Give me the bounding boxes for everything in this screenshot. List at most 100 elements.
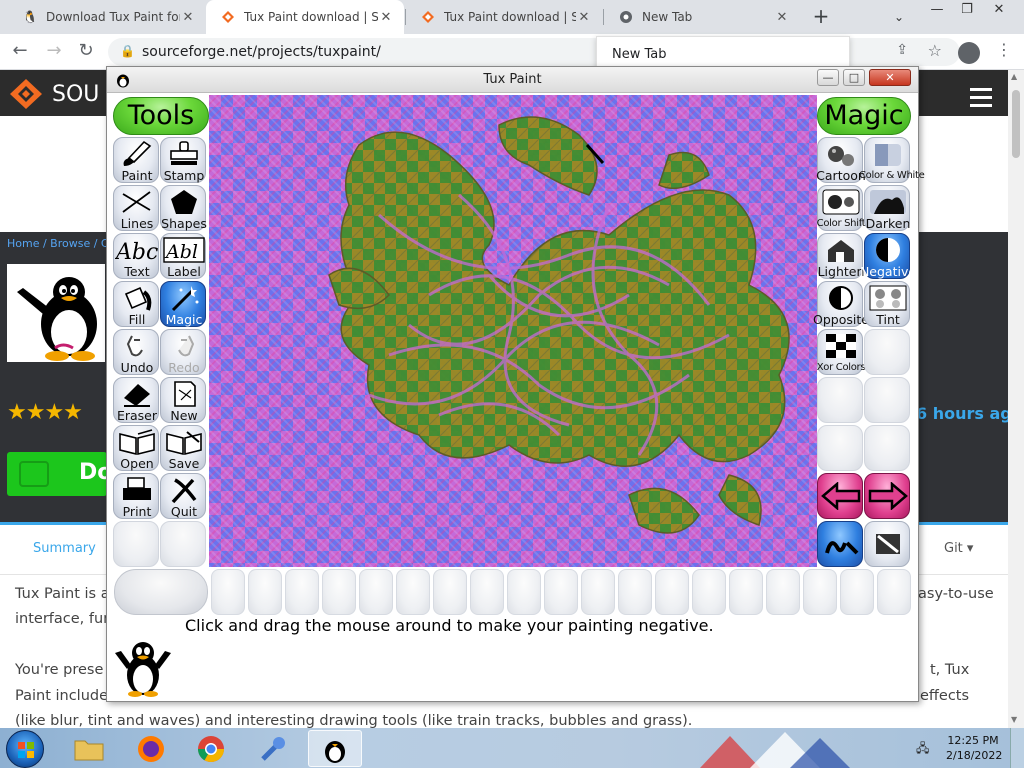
tool-open-button[interactable]: Open bbox=[113, 425, 159, 471]
color-swatch[interactable] bbox=[655, 569, 689, 615]
color-swatch[interactable] bbox=[507, 569, 541, 615]
color-swatch[interactable] bbox=[285, 569, 319, 615]
tool-eraser-button[interactable]: Eraser bbox=[113, 377, 159, 423]
magic-tint-button[interactable]: Tint bbox=[864, 281, 910, 327]
browser-tab-3[interactable]: Tux Paint download | Sou ✕ bbox=[406, 0, 602, 34]
hamburger-menu-icon[interactable] bbox=[970, 88, 992, 112]
close-tab-icon[interactable]: ✕ bbox=[576, 10, 592, 25]
color-swatch[interactable] bbox=[729, 569, 763, 615]
scrollbar-thumb[interactable] bbox=[1012, 90, 1020, 158]
magic-next-button[interactable] bbox=[864, 473, 910, 519]
tool-shapes-button[interactable]: Shapes bbox=[160, 185, 207, 231]
magic-lighten-button[interactable]: Lighten bbox=[817, 233, 864, 279]
tool-undo-button[interactable]: Undo bbox=[113, 329, 159, 375]
browser-tab-4[interactable]: New Tab ✕ bbox=[604, 0, 800, 34]
start-button[interactable] bbox=[6, 730, 44, 768]
tool-label: Negative bbox=[859, 264, 917, 279]
tool-stamp-button[interactable]: Stamp bbox=[160, 137, 206, 183]
color-swatch[interactable] bbox=[618, 569, 652, 615]
magic-darken-button[interactable]: Darken bbox=[864, 185, 910, 231]
restore-icon[interactable]: ❐ bbox=[952, 0, 982, 22]
color-swatch[interactable] bbox=[248, 569, 282, 615]
show-desktop-button[interactable] bbox=[1010, 728, 1024, 768]
profile-avatar-icon[interactable] bbox=[958, 42, 980, 64]
site-name[interactable]: SOU bbox=[52, 82, 99, 107]
tab-git[interactable]: Git ▾ bbox=[944, 541, 973, 556]
magic-paint-mode-button[interactable] bbox=[817, 521, 863, 567]
drawing-canvas[interactable] bbox=[209, 95, 817, 567]
close-tab-icon[interactable]: ✕ bbox=[774, 10, 790, 25]
taskbar-clock[interactable]: 12:25 PM 2/18/2022 bbox=[946, 733, 1002, 763]
tool-redo-button[interactable]: Redo bbox=[160, 329, 206, 375]
magic-negative-button[interactable]: Negative bbox=[860, 233, 916, 279]
magic-opposite-button[interactable]: Opposite bbox=[813, 281, 869, 327]
tool-magic-button[interactable]: Magic bbox=[160, 281, 206, 327]
close-tab-icon[interactable]: ✕ bbox=[378, 10, 394, 25]
tux-paint-titlebar[interactable]: Tux Paint — □ ✕ bbox=[107, 67, 918, 93]
tab-summary[interactable]: Summary bbox=[33, 541, 96, 556]
color-swatch[interactable] bbox=[211, 569, 245, 615]
tp-minimize-icon[interactable]: — bbox=[817, 69, 839, 86]
minimize-icon[interactable]: — bbox=[922, 0, 952, 22]
color-swatch[interactable] bbox=[396, 569, 430, 615]
color-swatch[interactable] bbox=[766, 569, 800, 615]
taskbar-tools[interactable] bbox=[246, 730, 300, 767]
network-icon[interactable]: 🖧 bbox=[916, 739, 929, 760]
description-line: You're prese bbox=[15, 662, 104, 678]
page-scrollbar[interactable]: ▲ ▼ bbox=[1008, 70, 1024, 730]
bookmark-star-icon[interactable]: ☆ bbox=[928, 41, 942, 60]
magic-color-shift-button[interactable]: Color Shift bbox=[817, 185, 866, 231]
breadcrumb[interactable]: Home / Browse / C bbox=[7, 237, 109, 250]
forward-arrow-icon[interactable]: → bbox=[42, 40, 66, 64]
color-swatch[interactable] bbox=[322, 569, 356, 615]
tool-paint-button[interactable]: Paint bbox=[113, 137, 159, 183]
share-icon[interactable]: ⇪ bbox=[896, 42, 908, 58]
magic-prev-button[interactable] bbox=[817, 473, 863, 519]
magic-fullscreen-mode-button[interactable] bbox=[864, 521, 910, 567]
magic-color-and-white-button[interactable]: Color & White bbox=[859, 137, 925, 183]
tool-fill-button[interactable]: Fill bbox=[113, 281, 159, 327]
back-arrow-icon[interactable]: ← bbox=[8, 40, 32, 64]
color-swatch[interactable] bbox=[877, 569, 911, 615]
close-window-icon[interactable]: ✕ bbox=[984, 0, 1014, 22]
scroll-down-icon[interactable]: ▼ bbox=[1011, 715, 1017, 724]
color-swatch[interactable] bbox=[359, 569, 393, 615]
tab-search-chevron-icon[interactable]: ⌄ bbox=[888, 6, 910, 28]
browser-tab-1[interactable]: 🐧 Download Tux Paint for W ✕ bbox=[8, 0, 206, 34]
sourceforge-logo-icon[interactable] bbox=[8, 78, 44, 110]
tool-label-button[interactable]: Abl Label bbox=[160, 233, 206, 279]
tool-label: Xor Colors bbox=[816, 362, 866, 373]
color-swatch[interactable] bbox=[692, 569, 726, 615]
tool-quit-button[interactable]: Quit bbox=[160, 473, 206, 519]
tool-text-button[interactable]: Abc Text bbox=[113, 233, 159, 279]
taskbar-file-explorer[interactable] bbox=[62, 730, 116, 767]
color-swatch[interactable] bbox=[544, 569, 578, 615]
url-text[interactable]: sourceforge.net/projects/tuxpaint/ bbox=[142, 44, 381, 60]
menu-kebab-icon[interactable]: ⋮ bbox=[996, 40, 1012, 64]
tool-lines-button[interactable]: Lines bbox=[113, 185, 159, 231]
redo-icon bbox=[161, 332, 207, 360]
color-swatch[interactable] bbox=[470, 569, 504, 615]
browser-tab-2[interactable]: Tux Paint download | Sou ✕ bbox=[206, 0, 404, 34]
new-tab-button[interactable]: + bbox=[808, 4, 834, 30]
description-line: effects bbox=[920, 688, 970, 704]
taskbar-chrome[interactable] bbox=[184, 730, 238, 767]
tool-save-button[interactable]: Save bbox=[160, 425, 206, 471]
tp-maximize-icon[interactable]: □ bbox=[843, 69, 865, 86]
tool-new-button[interactable]: New bbox=[160, 377, 206, 423]
color-swatch[interactable] bbox=[840, 569, 874, 615]
close-tab-icon[interactable]: ✕ bbox=[180, 10, 196, 25]
tp-close-icon[interactable]: ✕ bbox=[869, 69, 911, 86]
reload-icon[interactable]: ↻ bbox=[74, 40, 98, 64]
download-button[interactable]: Do bbox=[7, 452, 112, 496]
color-picker-button[interactable] bbox=[114, 569, 208, 615]
taskbar-firefox[interactable] bbox=[124, 730, 178, 767]
color-swatch[interactable] bbox=[581, 569, 615, 615]
tool-print-button[interactable]: Print bbox=[113, 473, 159, 519]
color-swatch[interactable] bbox=[803, 569, 837, 615]
magic-cartoon-button[interactable]: Cartoon bbox=[816, 137, 866, 183]
scroll-up-icon[interactable]: ▲ bbox=[1011, 72, 1017, 81]
color-swatch[interactable] bbox=[433, 569, 467, 615]
magic-xor-colors-button[interactable]: Xor Colors bbox=[817, 329, 866, 375]
taskbar-tux-paint[interactable] bbox=[308, 730, 362, 767]
